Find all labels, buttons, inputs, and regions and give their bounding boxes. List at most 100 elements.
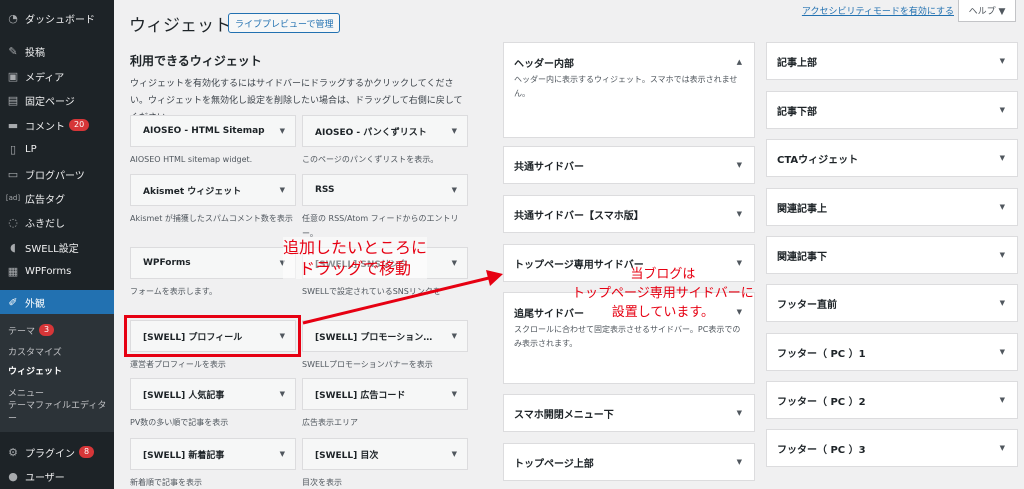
chevron-down-icon[interactable]: ▼ xyxy=(737,161,742,169)
user-icon: ● xyxy=(8,469,18,483)
widget-aioseo-sitemap[interactable]: AIOSEO - HTML Sitemap ▼ xyxy=(130,115,296,147)
chevron-down-icon[interactable]: ▼ xyxy=(452,332,457,340)
chevron-down-icon[interactable]: ▼ xyxy=(452,127,457,135)
chevron-down-icon[interactable]: ▼ xyxy=(1000,299,1005,307)
document-icon: ▯ xyxy=(9,142,17,156)
chevron-down-icon[interactable]: ▼ xyxy=(452,186,457,194)
comment-count-badge: 20 xyxy=(69,119,90,131)
ad-icon: [ad] xyxy=(5,194,21,202)
widget-swell-new-posts[interactable]: [SWELL] 新着記事 ▼ xyxy=(130,438,296,470)
widget-rss[interactable]: RSS ▼ xyxy=(302,174,468,206)
sidebar-item-label: 固定ページ xyxy=(25,96,75,108)
widget-area-top-page-upper[interactable]: トップページ上部 ▼ xyxy=(503,443,755,481)
swell-icon: ◖ xyxy=(10,240,16,254)
chevron-down-icon[interactable]: ▼ xyxy=(452,450,457,458)
sidebar-item-label: メディア xyxy=(25,72,65,84)
submenu-item-customize[interactable]: カスタマイズ xyxy=(8,343,62,359)
area-title: 共通サイドバー【スマホ版】 xyxy=(514,210,644,222)
sidebar-item-swell-settings[interactable]: ◖ SWELL設定 xyxy=(0,235,114,259)
sidebar-item-users[interactable]: ● ユーザー xyxy=(0,464,114,488)
area-title: 共通サイドバー xyxy=(514,161,584,173)
widget-area-common-sidebar-sp[interactable]: 共通サイドバー【スマホ版】 ▼ xyxy=(503,195,755,233)
widget-description: AIOSEO HTML sitemap widget. xyxy=(130,155,253,164)
chevron-down-icon[interactable]: ▼ xyxy=(1000,251,1005,259)
chevron-down-icon[interactable]: ▼ xyxy=(280,450,285,458)
live-preview-manage-button[interactable]: ライブプレビューで管理 xyxy=(228,13,341,33)
sidebar-item-media[interactable]: ▣ メディア xyxy=(0,64,114,88)
chevron-down-icon[interactable]: ▼ xyxy=(737,409,742,417)
widget-area-footer-pc-1[interactable]: フッター（ PC ）1 ▼ xyxy=(766,333,1018,371)
speech-bubble-icon: ◌ xyxy=(8,215,18,229)
chevron-down-icon[interactable]: ▼ xyxy=(1000,348,1005,356)
sidebar-item-comments[interactable]: ▬ コメント 20 xyxy=(0,113,114,137)
widget-area-before-footer[interactable]: フッター直前 ▼ xyxy=(766,284,1018,322)
sidebar-item-appearance[interactable]: ✐ 外観 xyxy=(0,290,114,314)
widget-description: 目次を表示 xyxy=(302,478,342,487)
widget-area-common-sidebar[interactable]: 共通サイドバー ▼ xyxy=(503,146,755,184)
widget-description: 運営者プロフィールを表示 xyxy=(130,360,226,369)
sidebar-item-label: コメント xyxy=(25,121,65,133)
area-title: 関連記事下 xyxy=(777,251,827,263)
widget-description: SWELLプロモーションバナーを表示 xyxy=(302,360,433,369)
chevron-down-icon[interactable]: ▼ xyxy=(280,127,285,135)
widget-area-article-top[interactable]: 記事上部 ▼ xyxy=(766,42,1018,80)
chevron-down-icon[interactable]: ▼ xyxy=(1000,203,1005,211)
page-icon: ▤ xyxy=(7,93,19,107)
widget-area-article-bottom[interactable]: 記事下部 ▼ xyxy=(766,91,1018,129)
chevron-down-icon[interactable]: ▼ xyxy=(452,390,457,398)
plugin-icon: ⚙ xyxy=(8,445,18,459)
area-title: フッター（ PC ）3 xyxy=(777,444,866,456)
sidebar-item-label: 外観 xyxy=(25,298,45,310)
media-icon: ▣ xyxy=(7,69,19,83)
widget-swell-ad-code[interactable]: [SWELL] 広告コード ▼ xyxy=(302,378,468,410)
sidebar-item-posts[interactable]: ✎ 投稿 xyxy=(0,39,114,63)
submenu-item-themes[interactable]: テーマ 3 xyxy=(8,322,55,338)
submenu-item-widgets[interactable]: ウィジェット xyxy=(8,362,62,378)
help-tab-button[interactable]: ヘルプ ▼ xyxy=(958,0,1016,22)
accessibility-mode-link[interactable]: アクセシビリティモードを有効にする xyxy=(802,4,954,17)
sidebar-item-plugins[interactable]: ⚙ プラグイン 8 xyxy=(0,440,114,464)
sidebar-item-blog-parts[interactable]: ▭ ブログパーツ xyxy=(0,162,114,186)
sidebar-item-lp[interactable]: ▯ LP xyxy=(0,137,114,161)
widget-area-footer-pc-2[interactable]: フッター（ PC ）2 ▼ xyxy=(766,381,1018,419)
chevron-down-icon[interactable]: ▼ xyxy=(1000,106,1005,114)
widget-swell-promotion[interactable]: [SWELL] プロモーション… ▼ xyxy=(302,320,468,352)
widget-area-sp-menu-bottom[interactable]: スマホ開閉メニュー下 ▼ xyxy=(503,394,755,432)
chevron-down-icon[interactable]: ▼ xyxy=(737,210,742,218)
chevron-down-icon[interactable]: ▼ xyxy=(1000,57,1005,65)
chevron-down-icon[interactable]: ▼ xyxy=(1000,154,1005,162)
submenu-item-theme-editor[interactable]: テーマファイルエディター xyxy=(8,401,114,424)
widget-swell-popular-posts[interactable]: [SWELL] 人気記事 ▼ xyxy=(130,378,296,410)
chevron-down-icon[interactable]: ▼ xyxy=(280,390,285,398)
sidebar-item-dashboard[interactable]: ◔ ダッシュボード xyxy=(0,6,114,30)
widget-area-cta[interactable]: CTAウィジェット ▼ xyxy=(766,139,1018,177)
chevron-down-icon[interactable]: ▼ xyxy=(452,259,457,267)
widget-aioseo-breadcrumbs[interactable]: AIOSEO - パンくずリスト ▼ xyxy=(302,115,468,147)
themes-update-badge: 3 xyxy=(39,324,55,336)
widget-area-related-bottom[interactable]: 関連記事下 ▼ xyxy=(766,236,1018,274)
chevron-down-icon[interactable]: ▼ xyxy=(280,186,285,194)
widget-wpforms[interactable]: WPForms▼ xyxy=(130,247,296,279)
sidebar-item-ad-tags[interactable]: [ad] 広告タグ xyxy=(0,186,114,210)
chevron-down-icon[interactable]: ▼ xyxy=(1000,396,1005,404)
widget-area-related-top[interactable]: 関連記事上 ▼ xyxy=(766,188,1018,226)
area-title: 記事下部 xyxy=(777,106,817,118)
appearance-icon: ✐ xyxy=(8,295,18,309)
sidebar-item-label: ふきだし xyxy=(25,218,65,230)
chevron-up-icon[interactable]: ▲ xyxy=(737,58,742,66)
widget-swell-toc[interactable]: [SWELL] 目次 ▼ xyxy=(302,438,468,470)
widget-description: フォームを表示します。 xyxy=(130,287,217,296)
sidebar-item-speech-bubbles[interactable]: ◌ ふきだし xyxy=(0,210,114,234)
sidebar-item-wpforms[interactable]: ▦ WPForms xyxy=(0,259,114,283)
sidebar-item-label: WPForms xyxy=(25,265,72,277)
widget-area-header-inner[interactable]: ヘッダー内部 ▲ ヘッダー内に表示するウィジェット。スマホでは表示されません。 xyxy=(503,42,755,138)
page-title: ウィジェット xyxy=(129,16,231,36)
chevron-down-icon[interactable]: ▼ xyxy=(737,458,742,466)
area-title: ヘッダー内部 xyxy=(514,58,574,70)
chevron-down-icon[interactable]: ▼ xyxy=(1000,444,1005,452)
sidebar-item-label: ダッシュボード xyxy=(25,14,95,26)
sidebar-item-pages[interactable]: ▤ 固定ページ xyxy=(0,88,114,112)
widget-akismet[interactable]: Akismet ウィジェット ▼ xyxy=(130,174,296,206)
comment-icon: ▬ xyxy=(7,118,19,132)
widget-area-footer-pc-3[interactable]: フッター（ PC ）3 ▼ xyxy=(766,429,1018,467)
